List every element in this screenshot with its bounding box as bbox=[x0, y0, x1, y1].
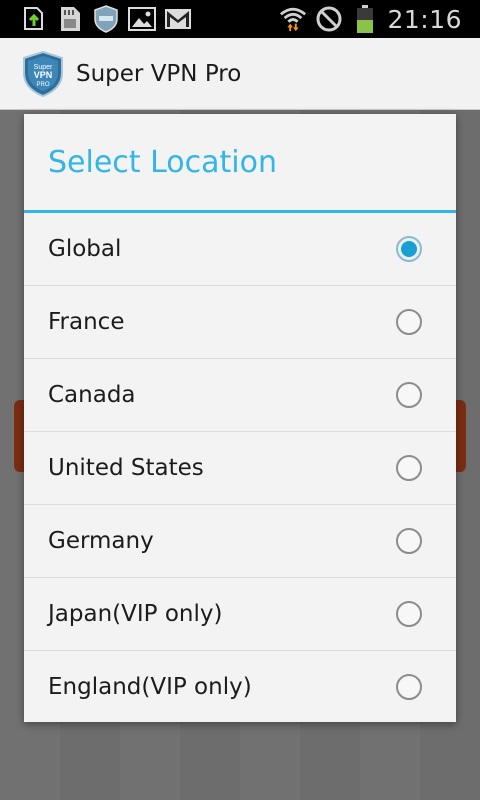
option-label: England(VIP only) bbox=[48, 673, 252, 700]
status-clock: 21:16 bbox=[387, 4, 462, 34]
notification-icons bbox=[0, 5, 192, 33]
system-icons: 21:16 bbox=[279, 5, 480, 34]
location-option-japan[interactable]: Japan(VIP only) bbox=[24, 578, 456, 651]
download-icon bbox=[20, 5, 48, 33]
status-bar: 21:16 bbox=[0, 0, 480, 38]
option-label: Japan(VIP only) bbox=[48, 601, 223, 627]
option-label: Global bbox=[48, 236, 122, 262]
radio-dot bbox=[401, 241, 417, 257]
vpn-shield-icon bbox=[92, 5, 120, 33]
location-option-england[interactable]: England(VIP only) bbox=[24, 651, 456, 722]
gmail-icon bbox=[164, 5, 192, 33]
do-not-disturb-icon bbox=[315, 5, 343, 33]
radio-button[interactable] bbox=[396, 601, 422, 627]
location-option-france[interactable]: France bbox=[24, 286, 456, 359]
option-label: Canada bbox=[48, 382, 136, 408]
option-label: United States bbox=[48, 455, 204, 481]
location-option-germany[interactable]: Germany bbox=[24, 505, 456, 578]
location-option-canada[interactable]: Canada bbox=[24, 359, 456, 432]
location-option-list: Global France Canada United States Germa… bbox=[24, 213, 456, 722]
select-location-dialog: Select Location Global France Canada Uni… bbox=[24, 114, 456, 722]
wifi-icon bbox=[279, 5, 307, 33]
gallery-icon bbox=[128, 5, 156, 33]
app-title: Super VPN Pro bbox=[76, 60, 242, 87]
radio-button[interactable] bbox=[396, 673, 422, 700]
svg-text:PRO: PRO bbox=[36, 82, 49, 88]
radio-button[interactable] bbox=[396, 382, 422, 408]
dialog-title: Select Location bbox=[48, 144, 277, 180]
app-logo-icon: Super VPN PRO bbox=[22, 50, 64, 97]
radio-button[interactable] bbox=[396, 455, 422, 481]
location-option-united-states[interactable]: United States bbox=[24, 432, 456, 505]
app-bar: Super VPN PRO Super VPN Pro bbox=[0, 38, 480, 110]
svg-text:VPN: VPN bbox=[34, 70, 53, 80]
radio-button[interactable] bbox=[396, 528, 422, 554]
radio-button-checked[interactable] bbox=[396, 236, 422, 262]
option-label: Germany bbox=[48, 528, 154, 554]
location-option-global[interactable]: Global bbox=[24, 213, 456, 286]
battery-icon bbox=[351, 5, 379, 33]
sd-card-icon bbox=[56, 5, 84, 33]
option-label: France bbox=[48, 309, 125, 335]
radio-button[interactable] bbox=[396, 309, 422, 335]
